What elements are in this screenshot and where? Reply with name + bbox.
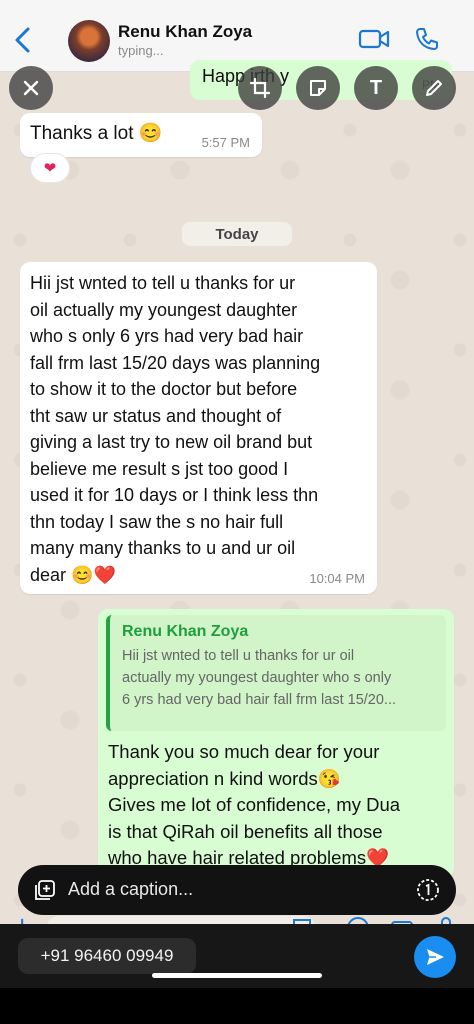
crop-icon (249, 77, 271, 99)
video-call-icon[interactable] (358, 28, 390, 50)
date-separator: Today (182, 222, 292, 246)
draw-button[interactable] (412, 66, 456, 110)
crop-button[interactable] (238, 66, 282, 110)
message-text: Thanks a lot 😊 (30, 123, 163, 144)
text-tool-button[interactable]: T (354, 66, 398, 110)
quote-text: Hii jst wnted to tell u thanks for ur oi… (122, 648, 397, 708)
text-tool-icon: T (369, 76, 383, 99)
message-text: Thank you so much dear for your apprecia… (108, 741, 401, 868)
message-time: 5:57 PM (201, 135, 250, 150)
recipient-pill[interactable]: +91 96460 09949 (18, 938, 196, 974)
add-media-icon[interactable] (34, 879, 56, 901)
message-time: 10:04 PM (309, 571, 365, 586)
home-indicator (152, 973, 322, 978)
bottom-bezel (0, 988, 474, 1024)
sticker-button[interactable] (296, 66, 340, 110)
quoted-message[interactable]: Renu Khan Zoya Hii jst wnted to tell u t… (106, 615, 446, 731)
outgoing-reply-message[interactable]: Renu Khan Zoya Hii jst wnted to tell u t… (98, 609, 454, 879)
pencil-icon (426, 80, 442, 96)
close-button[interactable] (9, 66, 53, 110)
chevron-left-icon[interactable] (12, 26, 34, 54)
view-once-icon[interactable] (416, 878, 440, 902)
sticker-icon (310, 80, 326, 96)
incoming-message[interactable]: Thanks a lot 😊 5:57 PM (20, 113, 262, 157)
contact-status: typing... (118, 43, 164, 58)
phone-icon[interactable] (414, 26, 440, 52)
caption-input[interactable]: Add a caption... (68, 879, 193, 900)
avatar[interactable] (68, 20, 110, 62)
send-button[interactable] (414, 936, 456, 978)
caption-bar: Add a caption... (18, 865, 456, 915)
incoming-message[interactable]: Hii jst wnted to tell u thanks for ur oi… (20, 262, 377, 594)
close-icon (23, 80, 39, 96)
send-icon (427, 949, 444, 965)
send-bar: +91 96460 09949 (0, 924, 474, 988)
heart-reaction[interactable]: ❤ (30, 153, 70, 183)
message-text: Hii jst wnted to tell u thanks for ur oi… (30, 273, 321, 585)
contact-name[interactable]: Renu Khan Zoya (118, 22, 252, 42)
quote-author: Renu Khan Zoya (122, 623, 249, 640)
